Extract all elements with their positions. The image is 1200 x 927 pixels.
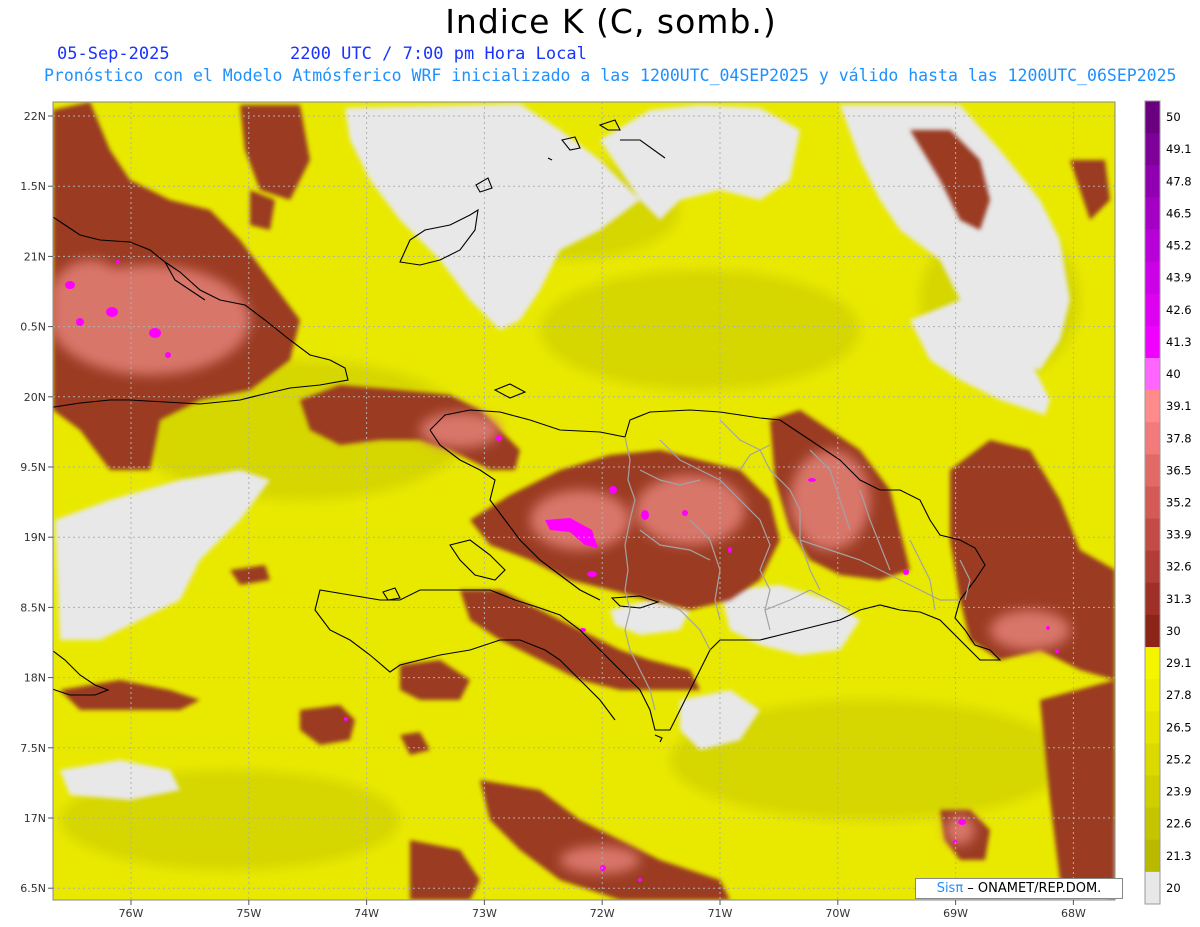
colorbar-swatch: [1145, 711, 1160, 744]
lat-tick-label: 20N: [24, 391, 46, 404]
colorbar-swatch: [1145, 550, 1160, 584]
colorbar-swatch: [1145, 679, 1160, 712]
colorbar-swatch: [1145, 839, 1160, 873]
colorbar-label: 40: [1166, 367, 1181, 381]
lon-tick-label: 76W: [119, 907, 144, 920]
colorbar-swatch: [1145, 518, 1160, 552]
colorbar-label: 45.2: [1166, 239, 1192, 253]
colorbar-label: 42.6: [1166, 303, 1192, 317]
colorbar-label: 49.1: [1166, 142, 1192, 156]
colorbar-swatch: [1145, 293, 1160, 327]
lat-tick-label: 1.5N: [20, 180, 46, 193]
lon-tick-label: 69W: [943, 907, 968, 920]
lat-tick-label: 8.5N: [20, 601, 46, 614]
lon-tick-label: 73W: [472, 907, 497, 920]
lon-tick-label: 72W: [590, 907, 615, 920]
credit-box: Sisπ – ONAMET/REP.DOM.: [915, 878, 1123, 899]
colorbar-label: 43.9: [1166, 271, 1192, 285]
colorbar-label: 47.8: [1166, 174, 1192, 188]
colorbar-swatch: [1145, 422, 1160, 455]
colorbar-label: 27.8: [1166, 688, 1192, 702]
colorbar-swatch: [1145, 357, 1160, 391]
colorbar-swatch: [1145, 197, 1160, 230]
colorbar-label: 29.1: [1166, 656, 1192, 670]
credit-sisp: Sisπ: [936, 881, 964, 896]
lat-tick-label: 9.5N: [20, 461, 46, 474]
lat-tick-label: 17N: [24, 812, 46, 825]
colorbar: 50 49.1 47.8 46.5 45.2 43.9 42.6 41.3 40 39.1 37.8…: [1144, 100, 1192, 905]
colorbar-swatch: [1145, 325, 1160, 359]
lat-tick-label: 0.5N: [20, 321, 46, 334]
colorbar-swatch: [1145, 165, 1160, 198]
colorbar-label: 26.5: [1166, 720, 1192, 734]
lat-tick-label: 21N: [24, 250, 46, 263]
lon-tick-label: 68W: [1061, 907, 1086, 920]
lat-tick-label: 7.5N: [20, 742, 46, 755]
colorbar-swatch: [1145, 614, 1160, 648]
colorbar-swatch: [1145, 807, 1160, 841]
colorbar-label: 21.3: [1166, 849, 1192, 863]
latitude-labels: 22N 1.5N 21N 0.5N 20N 9.5N 19N 8.5N 18N 7.5N 17N 6.…: [20, 110, 53, 895]
colorbar-label: 31.3: [1166, 592, 1192, 606]
lon-tick-label: 71W: [708, 907, 733, 920]
colorbar-label: 20: [1166, 881, 1181, 895]
colorbar-swatch: [1145, 261, 1160, 295]
lat-tick-label: 6.5N: [20, 882, 46, 895]
colorbar-swatch: [1145, 775, 1160, 809]
colorbar-swatch: [1145, 101, 1160, 134]
colorbar-swatch: [1145, 647, 1160, 680]
credit-text: – ONAMET/REP.DOM.: [963, 881, 1102, 896]
colorbar-label: 22.6: [1166, 817, 1192, 831]
lon-tick-label: 74W: [354, 907, 379, 920]
colorbar-label: 50: [1166, 110, 1181, 124]
lon-tick-label: 75W: [236, 907, 261, 920]
lat-tick-label: 22N: [24, 110, 46, 123]
colorbar-label: 33.9: [1166, 528, 1192, 542]
colorbar-label: 41.3: [1166, 335, 1192, 349]
colorbar-label: 35.2: [1166, 496, 1192, 510]
lon-tick-label: 70W: [825, 907, 850, 920]
colorbar-label: 39.1: [1166, 399, 1192, 413]
lat-tick-label: 19N: [24, 531, 46, 544]
colorbar-swatch: [1145, 454, 1160, 487]
colorbar-swatch: [1145, 743, 1160, 777]
lat-tick-label: 18N: [24, 672, 46, 685]
colorbar-swatch: [1145, 133, 1160, 166]
colorbar-swatch: [1145, 871, 1160, 905]
colorbar-label: 37.8: [1166, 431, 1192, 445]
colorbar-label: 36.5: [1166, 463, 1192, 477]
map-field: [53, 102, 1115, 900]
colorbar-swatch: [1145, 229, 1160, 263]
colorbar-swatch: [1145, 486, 1160, 520]
colorbar-swatch: [1145, 582, 1160, 616]
colorbar-label: 25.2: [1166, 752, 1192, 766]
colorbar-label: 23.9: [1166, 785, 1192, 799]
longitude-labels: 76W 75W 74W 73W 72W 71W 70W 69W 68W: [119, 900, 1086, 920]
colorbar-swatch: [1145, 390, 1160, 423]
colorbar-label: 30: [1166, 624, 1181, 638]
colorbar-label: 32.6: [1166, 560, 1192, 574]
colorbar-label: 46.5: [1166, 206, 1192, 220]
k-index-map: 22N 1.5N 21N 0.5N 20N 9.5N 19N 8.5N 18N 7.5N 17N 6.…: [20, 100, 1192, 920]
